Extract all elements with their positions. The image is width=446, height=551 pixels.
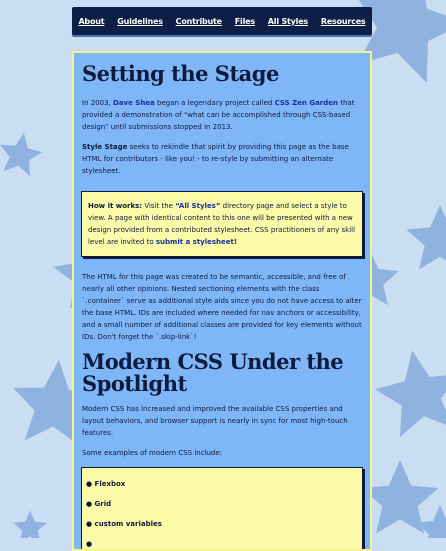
examples-intro-paragraph: Some examples of modern CSS include: bbox=[82, 449, 223, 457]
style-stage-paragraph: Style Stage seeks to rekindle that spiri… bbox=[82, 141, 362, 177]
callout-text: How it works: Visit the “All Styles” dir… bbox=[88, 200, 356, 248]
dave-shea-link[interactable]: Dave Shea bbox=[113, 99, 155, 107]
nav-link-files[interactable]: Files bbox=[235, 17, 255, 26]
submit-stylesheet-link[interactable]: submit a stylesheet! bbox=[156, 238, 237, 246]
nav-link-all-styles[interactable]: All Styles bbox=[268, 17, 308, 26]
nav-link-resources[interactable]: Resources bbox=[321, 17, 366, 26]
list-item: ● Flexbox bbox=[86, 480, 126, 488]
nav-link-about[interactable]: About bbox=[78, 17, 104, 26]
modern-css-list: ● Flexbox ● Grid ● custom variables ● bbox=[81, 467, 363, 549]
intro-paragraph: In 2003, Dave Shea began a legendary pro… bbox=[82, 97, 362, 133]
strong-text: How it works: bbox=[88, 202, 143, 210]
text: Visit the bbox=[142, 202, 176, 210]
modern-css-paragraph: Modern CSS has increased and improved th… bbox=[82, 405, 348, 437]
all-styles-link[interactable]: “All Styles” bbox=[175, 202, 220, 210]
main-container: Setting the Stage In 2003, Dave Shea beg… bbox=[72, 51, 372, 551]
css-zen-garden-link[interactable]: CSS Zen Garden bbox=[275, 99, 338, 107]
section-title-setting-the-stage: Setting the Stage bbox=[82, 61, 279, 86]
text: In 2003, bbox=[82, 99, 113, 107]
list-item: ● bbox=[86, 540, 93, 548]
text: began a legendary project called bbox=[154, 99, 275, 107]
how-it-works-callout: How it works: Visit the “All Styles” dir… bbox=[81, 191, 363, 257]
nav-link-contribute[interactable]: Contribute bbox=[176, 17, 222, 26]
main-nav: About Guidelines Contribute Files All St… bbox=[72, 7, 372, 35]
html-info-paragraph: The HTML for this page was created to be… bbox=[82, 273, 362, 341]
strong-text: Style Stage bbox=[82, 143, 128, 151]
nav-link-guidelines[interactable]: Guidelines bbox=[117, 17, 163, 26]
list-item: ● Grid bbox=[86, 500, 112, 508]
section-title-modern-css: Modern CSS Under the Spotlight bbox=[82, 349, 344, 396]
list-item: ● custom variables bbox=[86, 520, 162, 528]
